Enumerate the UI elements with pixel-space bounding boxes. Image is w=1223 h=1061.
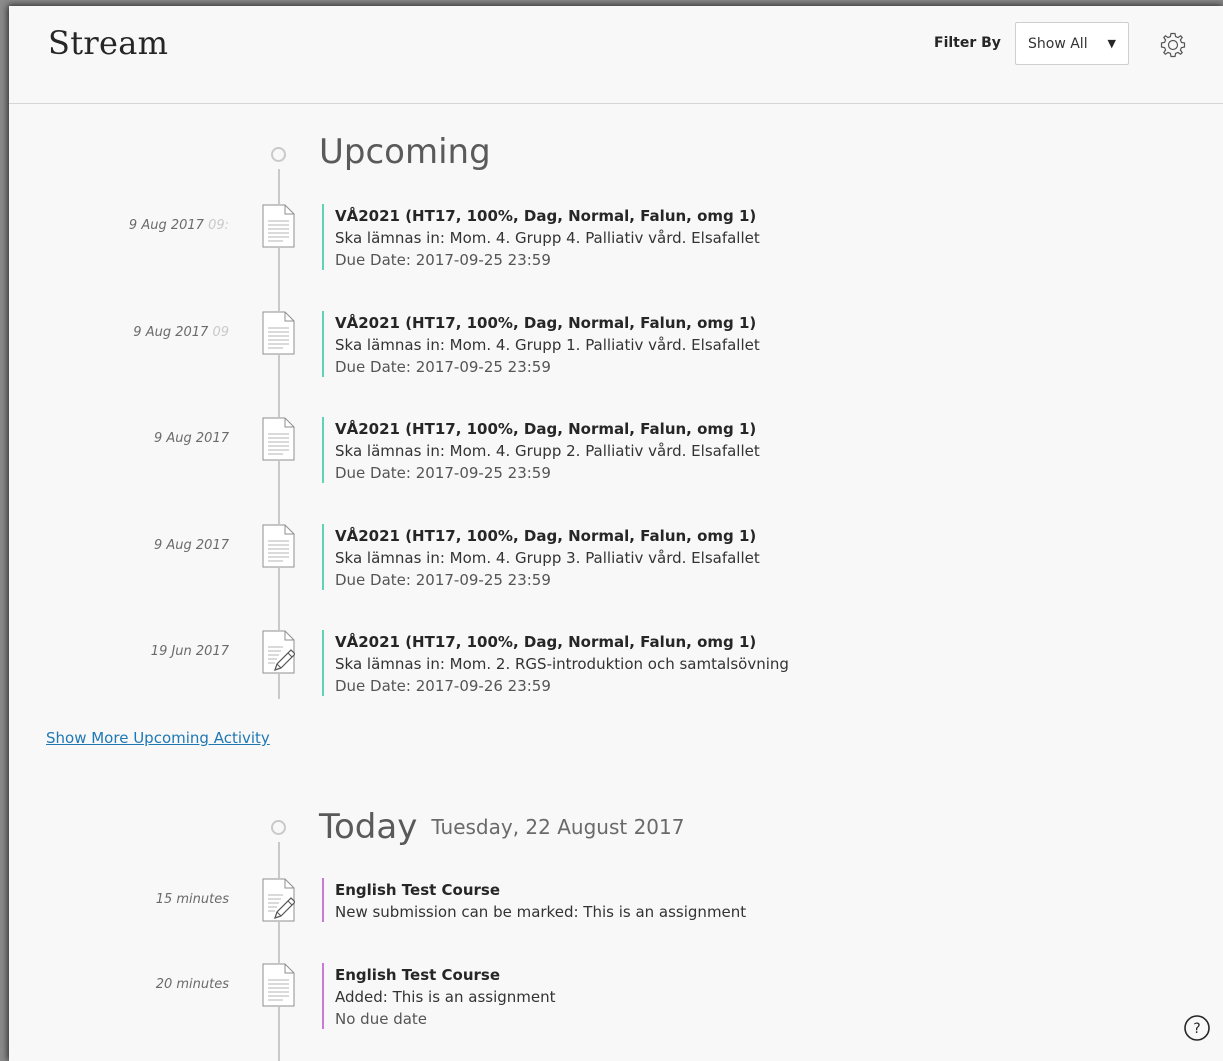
document-icon (261, 963, 295, 1007)
item-content: English Test Course New submission can be… (335, 879, 746, 923)
item-accent-bar (322, 310, 324, 377)
item-time-label: 9 Aug 2017 (153, 431, 229, 446)
item-time-label: 20 minutes (155, 977, 229, 992)
item-content: VÅ2021 (HT17, 100%, Dag, Normal, Falun, … (335, 418, 760, 484)
item-description[interactable]: Ska lämnas in: Mom. 4. Grupp 3. Palliati… (335, 547, 760, 569)
item-content: VÅ2021 (HT17, 100%, Dag, Normal, Falun, … (335, 631, 789, 697)
item-accent-bar (322, 417, 324, 483)
item-course[interactable]: VÅ2021 (HT17, 100%, Dag, Normal, Falun, … (335, 631, 789, 653)
item-time: 15 minutes (156, 892, 229, 907)
stream-item[interactable]: 9 Aug 2017 09 VÅ2021 (HT17, 100%, Dag, No… (9, 310, 1223, 391)
item-time-faded: 09 (212, 324, 229, 340)
document-icon (261, 523, 295, 568)
document-icon (261, 310, 295, 355)
item-time: 19 Jun 2017 (151, 644, 229, 659)
item-accent-bar (322, 204, 324, 270)
item-course[interactable]: English Test Course (335, 879, 746, 901)
item-accent-bar (322, 630, 324, 696)
document-icon (261, 204, 295, 248)
item-description[interactable]: Ska lämnas in: Mom. 2. RGS-introduktion … (335, 653, 789, 675)
stream-item[interactable]: 19 Jun 2017 VÅ2021 (HT17, 100%, Dag, Norm… (9, 630, 1223, 710)
filter-select[interactable]: Show All ▼ (1015, 22, 1129, 65)
item-time-label: 19 Jun 2017 (150, 644, 229, 659)
stream-item[interactable]: 15 minutes English Test Course New submiss… (9, 878, 1223, 958)
item-time: 9 Aug 2017 09 (133, 325, 229, 340)
item-due-date: Due Date: 2017-09-26 23:59 (335, 677, 551, 695)
filter-label: Filter By (934, 35, 1001, 51)
help-icon[interactable]: ? (1183, 1014, 1211, 1042)
item-course[interactable]: VÅ2021 (HT17, 100%, Dag, Normal, Falun, … (335, 205, 760, 227)
item-time: 20 minutes (156, 977, 229, 992)
item-due-date: Due Date: 2017-09-25 23:59 (335, 251, 551, 269)
item-time-label: 9 Aug 2017 (153, 537, 229, 553)
item-time-label: 15 minutes (155, 892, 229, 907)
item-time: 9 Aug 2017 (154, 538, 229, 553)
item-content: VÅ2021 (HT17, 100%, Dag, Normal, Falun, … (335, 312, 760, 378)
item-due-date: Due Date: 2017-09-25 23:59 (335, 464, 551, 482)
item-description[interactable]: Added: This is an assignment (335, 986, 556, 1008)
item-description[interactable]: New submission can be marked: This is an… (335, 901, 746, 923)
stream-item[interactable]: 9 Aug 2017 VÅ2021 (HT17, 100%, Dag, Norma… (9, 417, 1223, 497)
today-date: Tuesday, 22 August 2017 (431, 815, 685, 839)
timeline-node (271, 147, 286, 162)
page-header: Stream Filter By Show All ▼ (9, 6, 1223, 104)
document-pencil-icon (261, 878, 296, 922)
item-due-date: No due date (335, 1010, 428, 1028)
timeline-node (271, 820, 286, 835)
item-time-faded: 09: (208, 218, 229, 233)
today-label: Today (319, 807, 418, 847)
item-course[interactable]: VÅ2021 (HT17, 100%, Dag, Normal, Falun, … (335, 418, 760, 440)
page-title: Stream (48, 24, 169, 62)
item-accent-bar (322, 878, 324, 922)
caret-down-icon: ▼ (1107, 37, 1116, 50)
item-description[interactable]: Ska lämnas in: Mom. 4. Grupp 2. Palliati… (335, 440, 760, 462)
item-description[interactable]: Ska lämnas in: Mom. 4. Grupp 1. Palliati… (335, 334, 760, 356)
stream-item[interactable]: 9 Aug 2017 VÅ2021 (HT17, 100%, Dag, Norma… (9, 523, 1223, 604)
document-icon (261, 417, 295, 461)
item-course[interactable]: VÅ2021 (HT17, 100%, Dag, Normal, Falun, … (335, 525, 760, 547)
item-course[interactable]: English Test Course (335, 964, 556, 986)
item-time-label: 9 Aug 2017 (133, 324, 209, 340)
stream-page: Stream Filter By Show All ▼ Upcoming 9 A… (9, 6, 1223, 1061)
stream-item[interactable]: 20 minutes English Test Course Added: This… (9, 963, 1223, 1043)
item-time: 9 Aug 2017 (154, 431, 229, 446)
item-content: VÅ2021 (HT17, 100%, Dag, Normal, Falun, … (335, 525, 760, 591)
document-pencil-icon (261, 630, 296, 674)
item-content: VÅ2021 (HT17, 100%, Dag, Normal, Falun, … (335, 205, 760, 271)
show-more-upcoming-link[interactable]: Show More Upcoming Activity (46, 729, 270, 747)
stream-item[interactable]: 9 Aug 2017 09: VÅ2021 (HT17, 100%, Dag, N… (9, 204, 1223, 284)
section-title-upcoming: Upcoming (319, 132, 491, 172)
item-content: English Test Course Added: This is an ass… (335, 964, 556, 1030)
item-accent-bar (322, 963, 324, 1029)
item-course[interactable]: VÅ2021 (HT17, 100%, Dag, Normal, Falun, … (335, 312, 760, 334)
item-due-date: Due Date: 2017-09-25 23:59 (335, 357, 551, 376)
item-due-date: Due Date: 2017-09-25 23:59 (335, 570, 551, 589)
gear-icon[interactable] (1158, 30, 1188, 60)
svg-text:?: ? (1193, 1021, 1200, 1037)
item-time-label: 9 Aug 2017 (128, 218, 204, 233)
item-description[interactable]: Ska lämnas in: Mom. 4. Grupp 4. Palliati… (335, 227, 760, 249)
item-accent-bar (322, 523, 324, 590)
section-title-today: Today Tuesday, 22 August 2017 (319, 807, 684, 847)
item-time: 9 Aug 2017 09: (129, 218, 229, 233)
filter-select-value: Show All (1028, 36, 1088, 52)
